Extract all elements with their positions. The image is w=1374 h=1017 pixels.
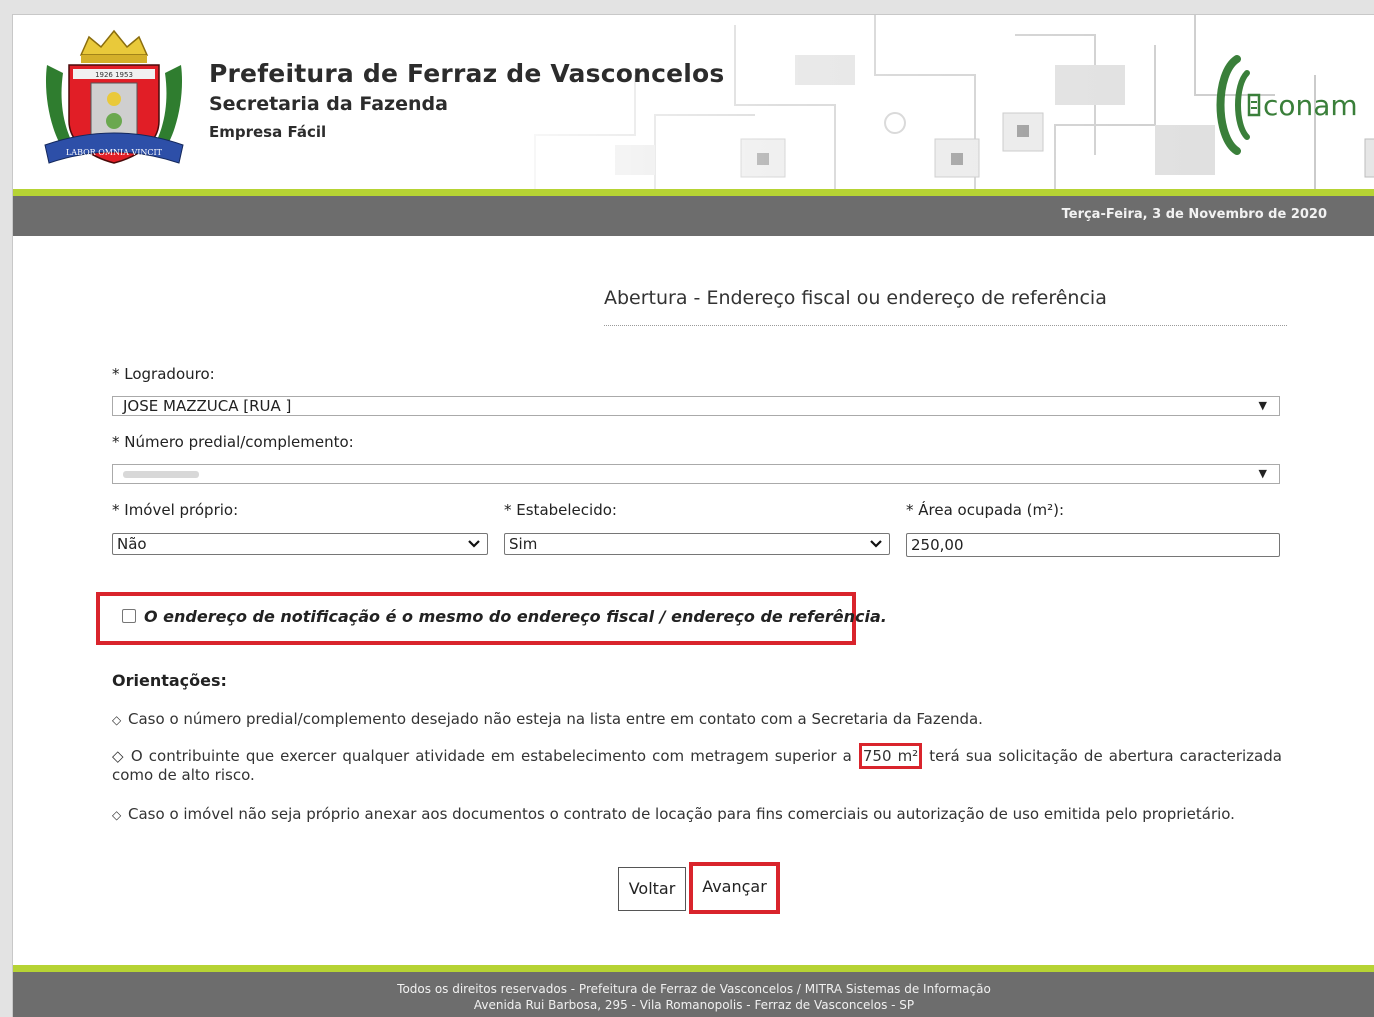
current-date: Terça-Feira, 3 de Novembro de 2020	[1061, 207, 1327, 222]
city-crest-logo: LABOR OMNIA VINCIT 1926 1953	[44, 29, 184, 164]
logradouro-label: * Logradouro:	[112, 365, 215, 383]
footer-copyright: Todos os direitos reservados - Prefeitur…	[397, 982, 991, 996]
header: LABOR OMNIA VINCIT 1926 1953 Prefeitura …	[13, 15, 1374, 189]
area-limit-highlight: 750 m²	[858, 743, 923, 769]
orientation-text-3: Caso o imóvel não seja próprio anexar ao…	[128, 805, 1235, 823]
back-button[interactable]: Voltar	[618, 867, 686, 911]
orientation-item-2: ◇ O contribuinte que exercer qualquer at…	[112, 743, 1282, 785]
form-title: Abertura - Endereço fiscal ou endereço d…	[604, 287, 1107, 309]
next-button[interactable]: Avançar	[693, 866, 776, 910]
dropdown-arrow-icon: ▼	[1258, 467, 1267, 480]
estabelecido-label: * Estabelecido:	[504, 501, 617, 519]
orientation-text-1: Caso o número predial/complemento deseja…	[128, 710, 983, 728]
diamond-bullet-icon: ◇	[112, 713, 122, 727]
notification-address-checkbox[interactable]	[122, 609, 136, 623]
numero-blurred-value	[123, 471, 199, 478]
org-subtitle: Secretaria da Fazenda	[209, 93, 448, 115]
notification-address-highlight: O endereço de notificação é o mesmo do e…	[96, 592, 887, 645]
logradouro-select[interactable]: JOSE MAZZUCA [RUA ] ▼	[112, 396, 1280, 416]
svg-text:1926 1953: 1926 1953	[95, 71, 133, 79]
numero-label: * Número predial/complemento:	[112, 433, 354, 451]
area-input[interactable]: 250,00	[906, 533, 1280, 557]
orientations-title: Orientações:	[112, 671, 227, 690]
estabelecido-select[interactable]: Sim	[504, 533, 890, 555]
orientation-item-1: ◇ Caso o número predial/complemento dese…	[112, 710, 983, 728]
module-name: Empresa Fácil	[209, 123, 327, 141]
svg-text:LABOR OMNIA VINCIT: LABOR OMNIA VINCIT	[66, 148, 163, 157]
page: LABOR OMNIA VINCIT 1926 1953 Prefeitura …	[12, 14, 1374, 1017]
diamond-bullet-icon: ◇	[112, 808, 122, 822]
orientation-text-2a: O contribuinte que exercer qualquer ativ…	[130, 747, 852, 765]
orientation-item-3: ◇ Caso o imóvel não seja próprio anexar …	[112, 805, 1235, 823]
diamond-bullet-icon: ◇	[112, 747, 125, 765]
date-bar: Terça-Feira, 3 de Novembro de 2020	[13, 196, 1374, 236]
org-title: Prefeitura de Ferraz de Vasconcelos	[209, 59, 725, 88]
dropdown-arrow-icon: ▼	[1258, 399, 1267, 412]
svg-text:conam: conam	[1263, 89, 1358, 122]
footer-accent-line	[13, 965, 1374, 972]
chevron-down-icon	[468, 540, 480, 548]
numero-select[interactable]: ▼	[112, 464, 1280, 484]
footer: Todos os direitos reservados - Prefeitur…	[13, 972, 1374, 1017]
footer-address: Avenida Rui Barbosa, 295 - Vila Romanopo…	[473, 998, 915, 1012]
title-divider	[604, 325, 1287, 326]
chevron-down-icon	[870, 540, 882, 548]
notification-address-label[interactable]: O endereço de notificação é o mesmo do e…	[144, 607, 887, 626]
conam-logo: conam	[1216, 55, 1358, 155]
imovel-proprio-label: * Imóvel próprio:	[112, 501, 239, 519]
header-accent-line	[13, 189, 1374, 196]
area-label: * Área ocupada (m²):	[906, 501, 1065, 519]
logradouro-value: JOSE MAZZUCA [RUA ]	[123, 397, 292, 415]
imovel-proprio-value: Não	[117, 535, 147, 553]
estabelecido-value: Sim	[509, 535, 538, 553]
imovel-proprio-select[interactable]: Não	[112, 533, 488, 555]
